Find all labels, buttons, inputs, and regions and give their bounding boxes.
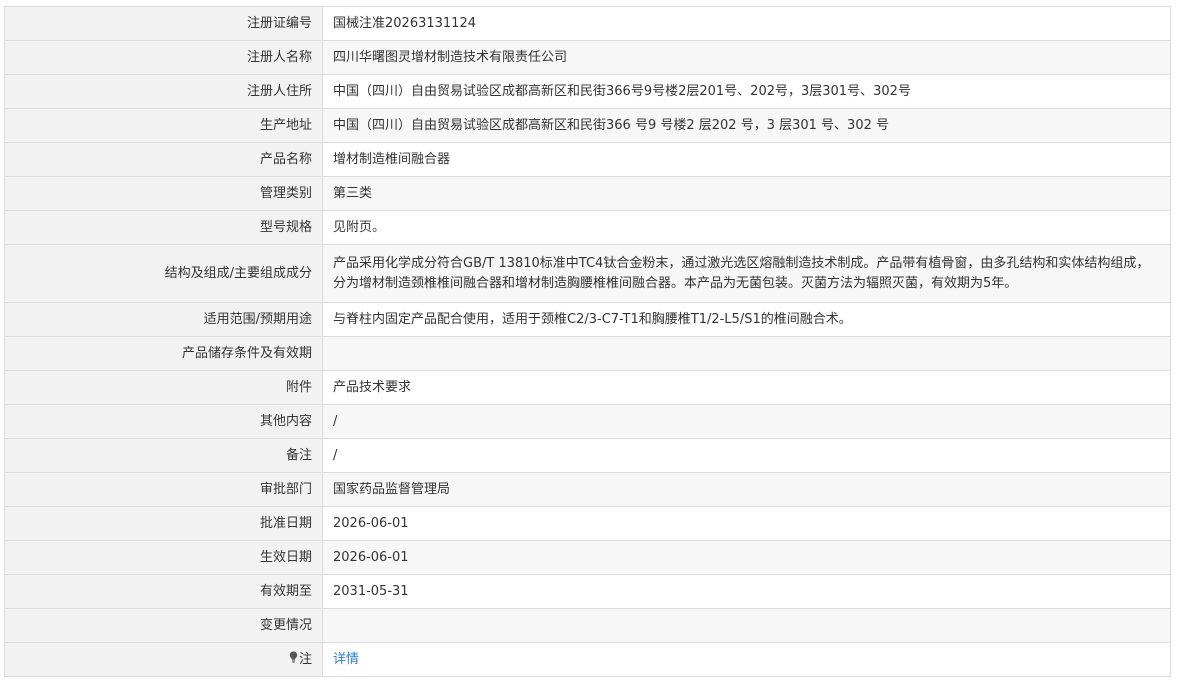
row-label: 有效期至 bbox=[4, 574, 323, 609]
row-value: 2026-06-01 bbox=[322, 540, 1171, 575]
note-value-cell: 详情 bbox=[322, 642, 1171, 677]
row-label: 注册证编号 bbox=[4, 6, 323, 41]
row-label: 注册人住所 bbox=[4, 74, 323, 109]
row-value bbox=[322, 608, 1171, 643]
row-value: 中国（四川）自由贸易试验区成都高新区和民街366号9号楼2层201号、202号，… bbox=[322, 74, 1171, 109]
row-label: 生产地址 bbox=[4, 108, 323, 143]
note-row: 注 详情 bbox=[4, 642, 1171, 677]
table-row: 注册证编号 国械注准20263131124 bbox=[4, 6, 1171, 41]
table-row: 附件 产品技术要求 bbox=[4, 370, 1171, 405]
row-label: 型号规格 bbox=[4, 210, 323, 245]
row-value: 第三类 bbox=[322, 176, 1171, 211]
row-label: 结构及组成/主要组成成分 bbox=[4, 244, 323, 303]
row-value: 2031-05-31 bbox=[322, 574, 1171, 609]
table-row: 变更情况 bbox=[4, 608, 1171, 643]
row-label: 变更情况 bbox=[4, 608, 323, 643]
details-link[interactable]: 详情 bbox=[333, 652, 359, 667]
table-row: 备注 / bbox=[4, 438, 1171, 473]
row-value: 国械注准20263131124 bbox=[322, 6, 1171, 41]
row-value: 国家药品监督管理局 bbox=[322, 472, 1171, 507]
row-value: 产品技术要求 bbox=[322, 370, 1171, 405]
row-label: 管理类别 bbox=[4, 176, 323, 211]
row-value: 产品采用化学成分符合GB/T 13810标准中TC4钛合金粉末，通过激光选区熔融… bbox=[322, 244, 1171, 303]
table-row: 型号规格 见附页。 bbox=[4, 210, 1171, 245]
table-row: 产品储存条件及有效期 bbox=[4, 336, 1171, 371]
row-value: 四川华曙图灵增材制造技术有限责任公司 bbox=[322, 40, 1171, 75]
registration-detail: 注册证编号 国械注准20263131124 注册人名称 四川华曙图灵增材制造技术有限… bbox=[4, 6, 1171, 677]
table-row: 有效期至 2031-05-31 bbox=[4, 574, 1171, 609]
row-label: 备注 bbox=[4, 438, 323, 473]
row-label: 附件 bbox=[4, 370, 323, 405]
table-row: 适用范围/预期用途 与脊柱内固定产品配合使用，适用于颈椎C2/3-C7-T1和胸腰… bbox=[4, 302, 1171, 337]
table-row: 管理类别 第三类 bbox=[4, 176, 1171, 211]
table-row: 生产地址 中国（四川）自由贸易试验区成都高新区和民街366 号9 号楼2 层202… bbox=[4, 108, 1171, 143]
row-value: / bbox=[322, 438, 1171, 473]
row-label: 生效日期 bbox=[4, 540, 323, 575]
row-label: 适用范围/预期用途 bbox=[4, 302, 323, 337]
table-row: 审批部门 国家药品监督管理局 bbox=[4, 472, 1171, 507]
table-row: 批准日期 2026-06-01 bbox=[4, 506, 1171, 541]
registration-table: 注册证编号 国械注准20263131124 注册人名称 四川华曙图灵增材制造技术有限… bbox=[4, 6, 1171, 677]
table-row: 生效日期 2026-06-01 bbox=[4, 540, 1171, 575]
table-row: 注册人名称 四川华曙图灵增材制造技术有限责任公司 bbox=[4, 40, 1171, 75]
row-label: 其他内容 bbox=[4, 404, 323, 439]
row-label: 产品储存条件及有效期 bbox=[4, 336, 323, 371]
row-label: 审批部门 bbox=[4, 472, 323, 507]
row-label: 批准日期 bbox=[4, 506, 323, 541]
row-value: 增材制造椎间融合器 bbox=[322, 142, 1171, 177]
table-row: 注册人住所 中国（四川）自由贸易试验区成都高新区和民街366号9号楼2层201号、… bbox=[4, 74, 1171, 109]
row-value: 中国（四川）自由贸易试验区成都高新区和民街366 号9 号楼2 层202 号，3… bbox=[322, 108, 1171, 143]
row-value: 2026-06-01 bbox=[322, 506, 1171, 541]
row-value: 见附页。 bbox=[322, 210, 1171, 245]
table-row: 产品名称 增材制造椎间融合器 bbox=[4, 142, 1171, 177]
row-label: 产品名称 bbox=[4, 142, 323, 177]
table-row: 其他内容 / bbox=[4, 404, 1171, 439]
row-value: 与脊柱内固定产品配合使用，适用于颈椎C2/3-C7-T1和胸腰椎T1/2-L5/… bbox=[322, 302, 1171, 337]
table-row: 结构及组成/主要组成成分 产品采用化学成分符合GB/T 13810标准中TC4钛合… bbox=[4, 244, 1171, 303]
note-label: 注 bbox=[298, 652, 312, 667]
note-label-cell: 注 bbox=[4, 642, 323, 677]
lightbulb-icon bbox=[289, 649, 298, 669]
row-value bbox=[322, 336, 1171, 371]
row-label: 注册人名称 bbox=[4, 40, 323, 75]
row-value: / bbox=[322, 404, 1171, 439]
